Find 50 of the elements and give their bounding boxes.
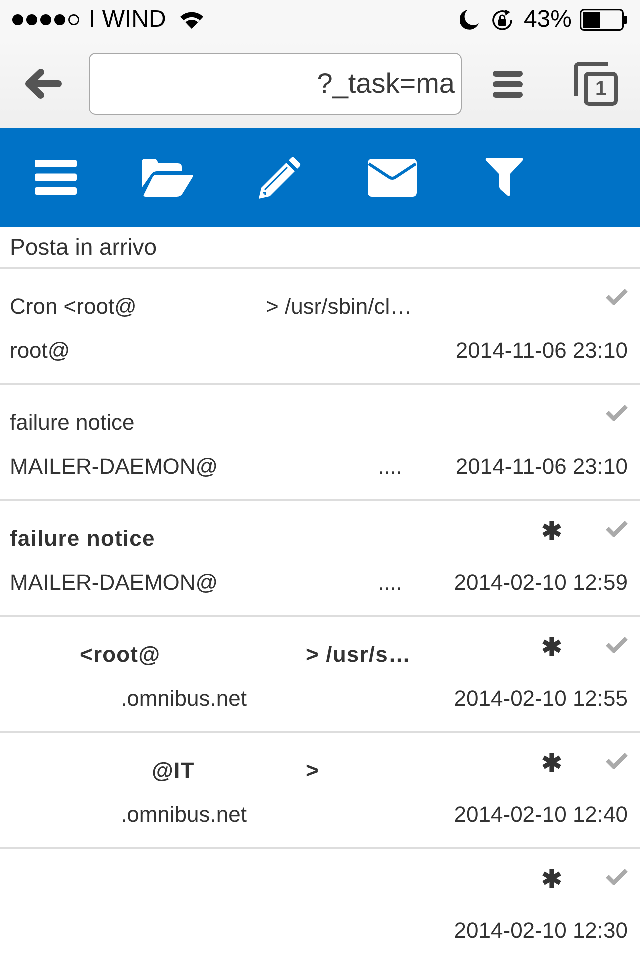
message-list-item[interactable]: @IT > .omnibus.net 2014-02-10 12:40	[0, 733, 640, 849]
message-list-item[interactable]: failure notice MAILER-DAEMON@ .... 2014-02-10 12:59	[0, 501, 640, 617]
battery-percentage: 43%	[524, 6, 572, 34]
message-sender: root@	[10, 337, 70, 365]
message-list-item[interactable]: 2014-02-10 12:30	[0, 849, 640, 960]
menu-icon[interactable]	[35, 160, 77, 195]
message-list-item[interactable]: <root@ > /usr/s… .omnibus.net 2014-02-10 12:55	[0, 617, 640, 733]
folder-title: Posta in arrivo	[10, 233, 158, 261]
message-subject: <root@	[80, 641, 161, 669]
rotation-lock-icon	[490, 8, 514, 32]
message-subject: > /usr/s…	[306, 641, 412, 669]
message-date: 2014-02-10 12:30	[454, 917, 628, 945]
filter-icon[interactable]	[484, 158, 524, 197]
folder-icon[interactable]	[142, 158, 194, 196]
check-icon	[606, 753, 628, 769]
menu-icon[interactable]	[493, 70, 523, 98]
message-subject: Cron <root@	[10, 293, 137, 321]
message-sender: .omnibus.net	[121, 685, 247, 713]
message-date: 2014-02-10 12:40	[454, 801, 628, 829]
message-date: 2014-11-06 23:10	[456, 337, 628, 365]
check-icon	[606, 289, 628, 305]
message-sender: MAILER-DAEMON@	[10, 569, 218, 597]
moon-icon	[460, 10, 479, 30]
envelope-icon[interactable]	[368, 158, 416, 196]
back-arrow-icon[interactable]	[25, 68, 62, 100]
message-sender: .omnibus.net	[121, 801, 247, 829]
tabs-button[interactable]: 1	[574, 62, 618, 106]
message-sender: MAILER-DAEMON@	[10, 453, 218, 481]
message-subject: > /usr/sbin/cl…	[266, 293, 412, 321]
battery-icon	[580, 9, 628, 31]
message-subject: @IT	[152, 757, 195, 785]
message-list-item[interactable]: failure notice MAILER-DAEMON@ .... 2014-11-06 23:10	[0, 385, 640, 501]
wifi-icon	[180, 11, 204, 29]
message-date: 2014-11-06 23:10	[456, 453, 628, 481]
signal-strength-icon	[12, 14, 80, 26]
pencil-icon[interactable]	[259, 156, 301, 198]
message-subject: >	[306, 757, 320, 785]
message-date: 2014-02-10 12:55	[454, 685, 628, 713]
message-date: 2014-02-10 12:59	[454, 569, 628, 597]
message-list-item[interactable]: Cron <root@ > /usr/sbin/cl… root@ 2014-11-06 23:10	[0, 269, 640, 385]
message-sender: ....	[378, 453, 402, 481]
check-icon	[606, 521, 628, 537]
carrier-name: I WIND	[89, 6, 166, 34]
check-icon	[606, 637, 628, 653]
message-subject: failure notice	[10, 525, 156, 553]
address-field[interactable]: ?_task=ma	[89, 53, 462, 115]
check-icon	[606, 869, 628, 885]
message-sender: ....	[378, 569, 402, 597]
message-subject: failure notice	[10, 409, 135, 437]
check-icon	[606, 405, 628, 421]
